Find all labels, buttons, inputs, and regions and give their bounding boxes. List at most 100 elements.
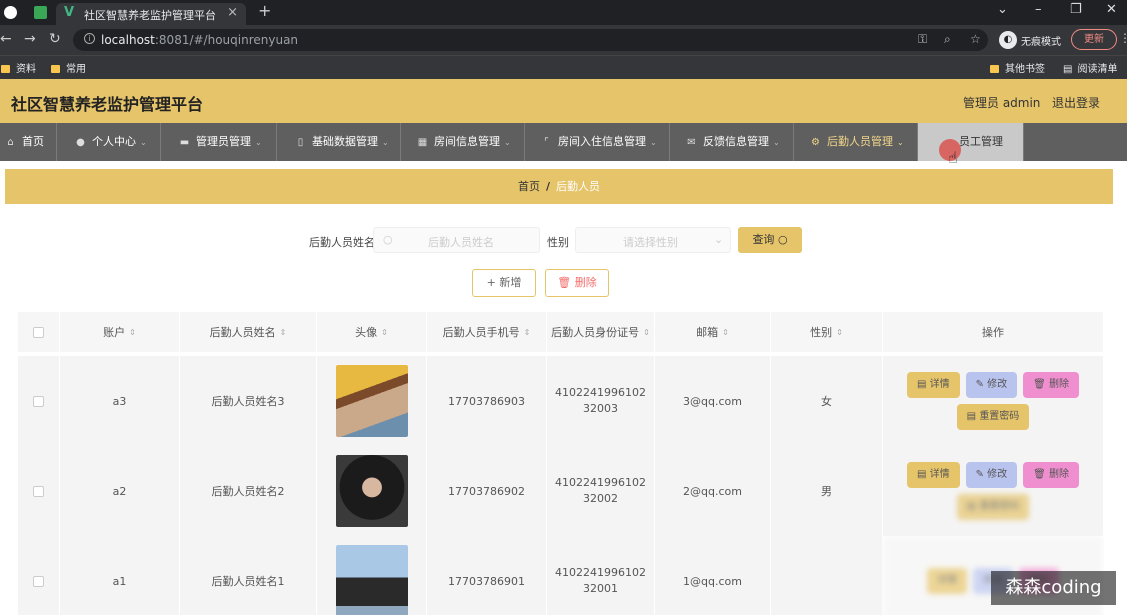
chrome-icon[interactable] [4,6,17,19]
pointer-cursor-icon: ☝ [948,148,958,167]
grid-icon: ▦ [417,137,428,148]
user-icon: ● [76,137,85,148]
avatar[interactable] [335,455,408,527]
add-button[interactable]: + 新增 [472,269,536,297]
feedback-icon: ✉ [687,137,696,148]
logout-link[interactable]: 退出登录 [1052,94,1100,111]
nav-item-room-info[interactable]: ▦ 房间信息管理 ⌄ [401,123,525,161]
edit-button[interactable]: ✎ 修改 [965,372,1018,398]
bookmark-item[interactable]: 资料 [1,60,36,75]
browser-tab-strip: V 社区智慧养老监护管理平台 × + ⌄ – ❐ ✕ [0,0,1127,25]
tab-title: 社区智慧养老监护管理平台 [84,9,216,22]
breadcrumb-home[interactable]: 首页 [518,180,540,193]
reload-icon[interactable]: ↻ [49,31,61,47]
reset-password-button[interactable]: ▤ 重置密码 [956,404,1030,430]
delete-button[interactable]: 🗑 删除 [1023,372,1080,398]
col-avatar[interactable]: 头像 ⇕ [317,312,427,352]
sort-icon: ⇕ [129,327,136,337]
site-info-icon[interactable]: i [84,33,95,44]
other-bookmarks[interactable]: 其他书签 [990,60,1045,75]
col-name[interactable]: 后勤人员姓名 ⇕ [180,312,317,352]
key-icon[interactable]: ⚿ [918,32,927,47]
col-idcard[interactable]: 后勤人员身份证号 ⇕ [547,312,655,352]
table-row: a3 后勤人员姓名3 17703786903 41022419961023200… [18,356,1104,446]
cell-account: a1 [60,536,180,615]
cell-phone: 17703786903 [427,356,547,446]
browser-tab-active[interactable]: V 社区智慧养老监护管理平台 × [56,3,246,25]
back-icon[interactable]: ← [0,31,12,47]
nav-item-basic-data[interactable]: ▯ 基础数据管理 ⌄ [277,123,401,161]
current-user: 管理员 admin [963,96,1041,110]
cell-email: 1@qq.com [655,536,771,615]
cell-phone: 17703786901 [427,536,547,615]
nav-item-feedback[interactable]: ✉ 反馈信息管理 ⌄ [670,123,794,161]
row-checkbox[interactable] [18,356,60,446]
data-table: 账户 ⇕ 后勤人员姓名 ⇕ 头像 ⇕ 后勤人员手机号 ⇕ 后勤人员身份证号 ⇕ 邮箱 ⇕ 性… [18,312,1104,615]
breadcrumb: 首页 / 后勤人员 [5,169,1113,204]
close-window-icon[interactable]: ✕ [1106,2,1117,17]
chevron-down-icon: ⌄ [714,233,724,246]
address-bar[interactable]: i localhost:8081/#/houqinrenyuan ⚿ ⌕ ☆ [73,29,988,51]
pencil-icon: ✎ [975,469,984,480]
chevron-down-icon: ⌄ [255,138,262,147]
detail-button[interactable]: 详情 [927,568,967,594]
sort-icon: ⇕ [836,327,843,337]
row-checkbox[interactable] [18,446,60,536]
nav-item-profile[interactable]: ● 个人中心 ⌄ [57,123,161,161]
reading-list[interactable]: ▤ 阅读清单 [1063,60,1117,75]
trash-icon: 🗑 [1033,379,1046,390]
detail-button[interactable]: ▤ 详情 [906,372,960,398]
cell-avatar [317,536,427,615]
nav-item-home[interactable]: ⌂ 首页 [0,123,57,161]
close-tab-icon[interactable]: × [227,5,238,20]
col-phone[interactable]: 后勤人员手机号 ⇕ [427,312,547,352]
nav-item-staff[interactable]: 员工管理 [918,123,1024,161]
update-button[interactable]: 更新 [1071,29,1117,50]
sort-icon: ⇕ [643,327,650,337]
incognito-icon[interactable]: ◐ [999,31,1017,49]
menu-icon[interactable]: ⋮ [1119,31,1127,45]
folder-icon [1,65,10,73]
batch-delete-button[interactable]: 🗑 删除 [545,269,609,297]
table-row: a1 后勤人员姓名1 17703786901 41022419961023200… [18,536,1104,615]
cell-gender: 女 [771,356,883,446]
minimize-icon[interactable]: – [1035,2,1042,17]
star-icon[interactable]: ☆ [970,32,981,46]
gender-filter-label: 性别 [547,236,569,249]
reset-password-button[interactable]: ▤ 重置密码 [956,494,1030,520]
forward-icon[interactable]: → [24,31,36,47]
row-checkbox[interactable] [18,536,60,615]
select-all-checkbox[interactable] [18,312,60,352]
col-email[interactable]: 邮箱 ⇕ [655,312,771,352]
restore-icon[interactable]: ❐ [1070,2,1082,17]
chevron-down-icon: ⌄ [504,138,511,147]
tab-search-icon[interactable]: ⌄ [997,2,1008,17]
query-button[interactable]: 查询 ○ [738,227,802,253]
nav-item-admin[interactable]: ▬ 管理员管理 ⌄ [161,123,277,161]
chevron-down-icon: ⌄ [897,138,904,147]
app-favicon-icon[interactable] [34,6,47,19]
avatar[interactable] [335,365,408,437]
edit-button[interactable]: ✎ 修改 [965,462,1018,488]
gender-select[interactable]: 请选择性别 ⌄ [575,227,731,253]
detail-button[interactable]: ▤ 详情 [906,462,960,488]
nav-item-checkin[interactable]: ⌜ 房间入住信息管理 ⌄ [525,123,670,161]
name-filter-input[interactable]: ○ 后勤人员姓名 [373,227,540,253]
name-filter-label: 后勤人员姓名 [309,236,375,249]
bookmark-item[interactable]: 常用 [51,60,86,75]
chevron-down-icon: ⌄ [382,138,389,147]
zoom-icon[interactable]: ⌕ [944,32,951,47]
chevron-down-icon: ⌄ [773,138,780,147]
col-account[interactable]: 账户 ⇕ [60,312,180,352]
cell-account: a3 [60,356,180,446]
cell-idcard: 410224199610232001 [547,536,655,615]
nav-item-logistics[interactable]: ⚙ 后勤人员管理 ⌄ [794,123,918,161]
search-form: 后勤人员姓名 ○ 后勤人员姓名 性别 请选择性别 ⌄ 查询 ○ [0,225,1127,255]
cell-gender: 男 [771,446,883,536]
delete-button[interactable]: 🗑 删除 [1023,462,1080,488]
table-header: 账户 ⇕ 后勤人员姓名 ⇕ 头像 ⇕ 后勤人员手机号 ⇕ 后勤人员身份证号 ⇕ 邮箱 ⇕ 性… [18,312,1104,352]
new-tab-icon[interactable]: + [258,1,271,20]
avatar[interactable] [335,545,408,615]
col-gender[interactable]: 性别 ⇕ [771,312,883,352]
chevron-down-icon: ⌄ [140,138,147,147]
